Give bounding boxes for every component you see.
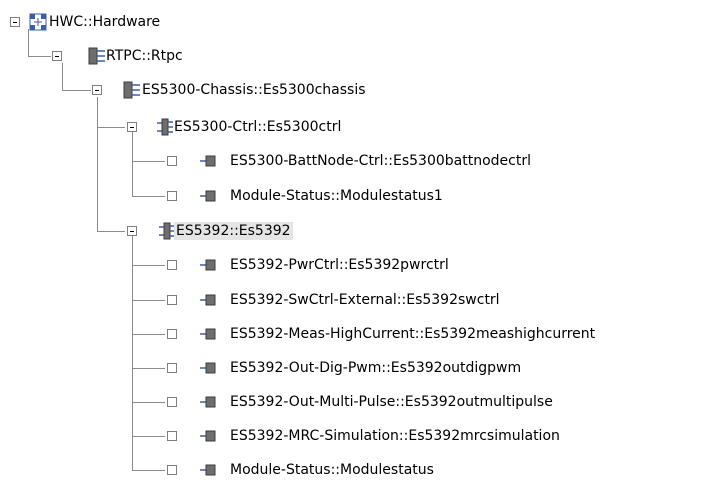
node-label: ES5392-PwrCtrl::Es5392pwrctrl <box>230 257 449 273</box>
tree-node-rtpc[interactable]: RTPC::Rtpc <box>0 46 260 66</box>
node-label: ES5300-BattNode-Ctrl::Es5300battnodectrl <box>230 153 531 169</box>
tree-node-es5392[interactable]: ES5392::Es5392 <box>0 221 470 241</box>
node-label: Module-Status::Modulestatus <box>230 462 434 478</box>
tree-node-es5392-outdigpwm[interactable]: ES5392-Out-Dig-Pwm::Es5392outdigpwm <box>0 358 715 378</box>
tree-node-es5300-chassis[interactable]: ES5300-Chassis::Es5300chassis <box>0 80 470 100</box>
node-checkbox[interactable] <box>167 329 177 339</box>
node-label: RTPC::Rtpc <box>106 48 183 64</box>
hardware-root-icon <box>29 13 47 31</box>
tree-node-es5392-outmultipulse[interactable]: ES5392-Out-Multi-Pulse::Es5392outmultipu… <box>0 392 715 412</box>
node-checkbox[interactable] <box>167 260 177 270</box>
leaf-module-icon <box>200 259 216 271</box>
leaf-module-icon <box>200 294 216 306</box>
collapse-toggle[interactable] <box>52 51 62 61</box>
leaf-module-icon <box>200 430 216 442</box>
leaf-module-icon <box>200 362 216 374</box>
node-label: ES5300-Chassis::Es5300chassis <box>142 82 366 98</box>
tree-node-es5392-meashighcurrent[interactable]: ES5392-Meas-HighCurrent::Es5392meashighc… <box>0 324 715 344</box>
leaf-module-icon <box>200 190 216 202</box>
node-label: ES5392-Out-Dig-Pwm::Es5392outdigpwm <box>230 360 522 376</box>
node-checkbox[interactable] <box>167 191 177 201</box>
node-label: HWC::Hardware <box>49 14 161 30</box>
tree-node-es5300-battnode-ctrl[interactable]: ES5300-BattNode-Ctrl::Es5300battnodectrl <box>0 151 715 171</box>
node-label: ES5392-MRC-Simulation::Es5392mrcsimulati… <box>230 428 560 444</box>
chassis-node-icon <box>123 81 140 99</box>
hardware-tree-view[interactable]: HWC::Hardware RTPC::Rtpc ES5300-Chassis:… <box>0 0 715 483</box>
leaf-module-icon <box>200 464 216 476</box>
tree-node-module-status-1[interactable]: Module-Status::Modulestatus1 <box>0 186 715 206</box>
node-label: ES5392::Es5392 <box>174 222 293 240</box>
node-checkbox[interactable] <box>167 431 177 441</box>
node-checkbox[interactable] <box>167 363 177 373</box>
leaf-module-icon <box>200 328 216 340</box>
node-checkbox[interactable] <box>167 156 177 166</box>
collapse-toggle[interactable] <box>127 122 137 132</box>
leaf-module-icon <box>200 396 216 408</box>
node-label: Module-Status::Modulestatus1 <box>230 188 443 204</box>
node-checkbox[interactable] <box>167 465 177 475</box>
tree-node-es5300-ctrl[interactable]: ES5300-Ctrl::Es5300ctrl <box>0 117 470 137</box>
tree-node-es5392-mrcsimulation[interactable]: ES5392-MRC-Simulation::Es5392mrcsimulati… <box>0 426 715 446</box>
node-label: ES5392-Meas-HighCurrent::Es5392meashighc… <box>230 326 596 342</box>
node-label: ES5392-Out-Multi-Pulse::Es5392outmultipu… <box>230 394 553 410</box>
collapse-toggle[interactable] <box>10 17 20 27</box>
node-label: ES5300-Ctrl::Es5300ctrl <box>174 119 342 135</box>
leaf-module-icon <box>200 155 216 167</box>
collapse-toggle[interactable] <box>127 226 137 236</box>
tree-node-hwc-hardware[interactable]: HWC::Hardware <box>0 12 260 32</box>
tree-node-es5392-pwrctrl[interactable]: ES5392-PwrCtrl::Es5392pwrctrl <box>0 255 715 275</box>
tree-node-module-status[interactable]: Module-Status::Modulestatus <box>0 460 715 480</box>
node-checkbox[interactable] <box>167 397 177 407</box>
node-checkbox[interactable] <box>167 295 177 305</box>
tree-node-es5392-swctrl[interactable]: ES5392-SwCtrl-External::Es5392swctrl <box>0 290 715 310</box>
collapse-toggle[interactable] <box>92 85 102 95</box>
node-label: ES5392-SwCtrl-External::Es5392swctrl <box>230 292 500 308</box>
